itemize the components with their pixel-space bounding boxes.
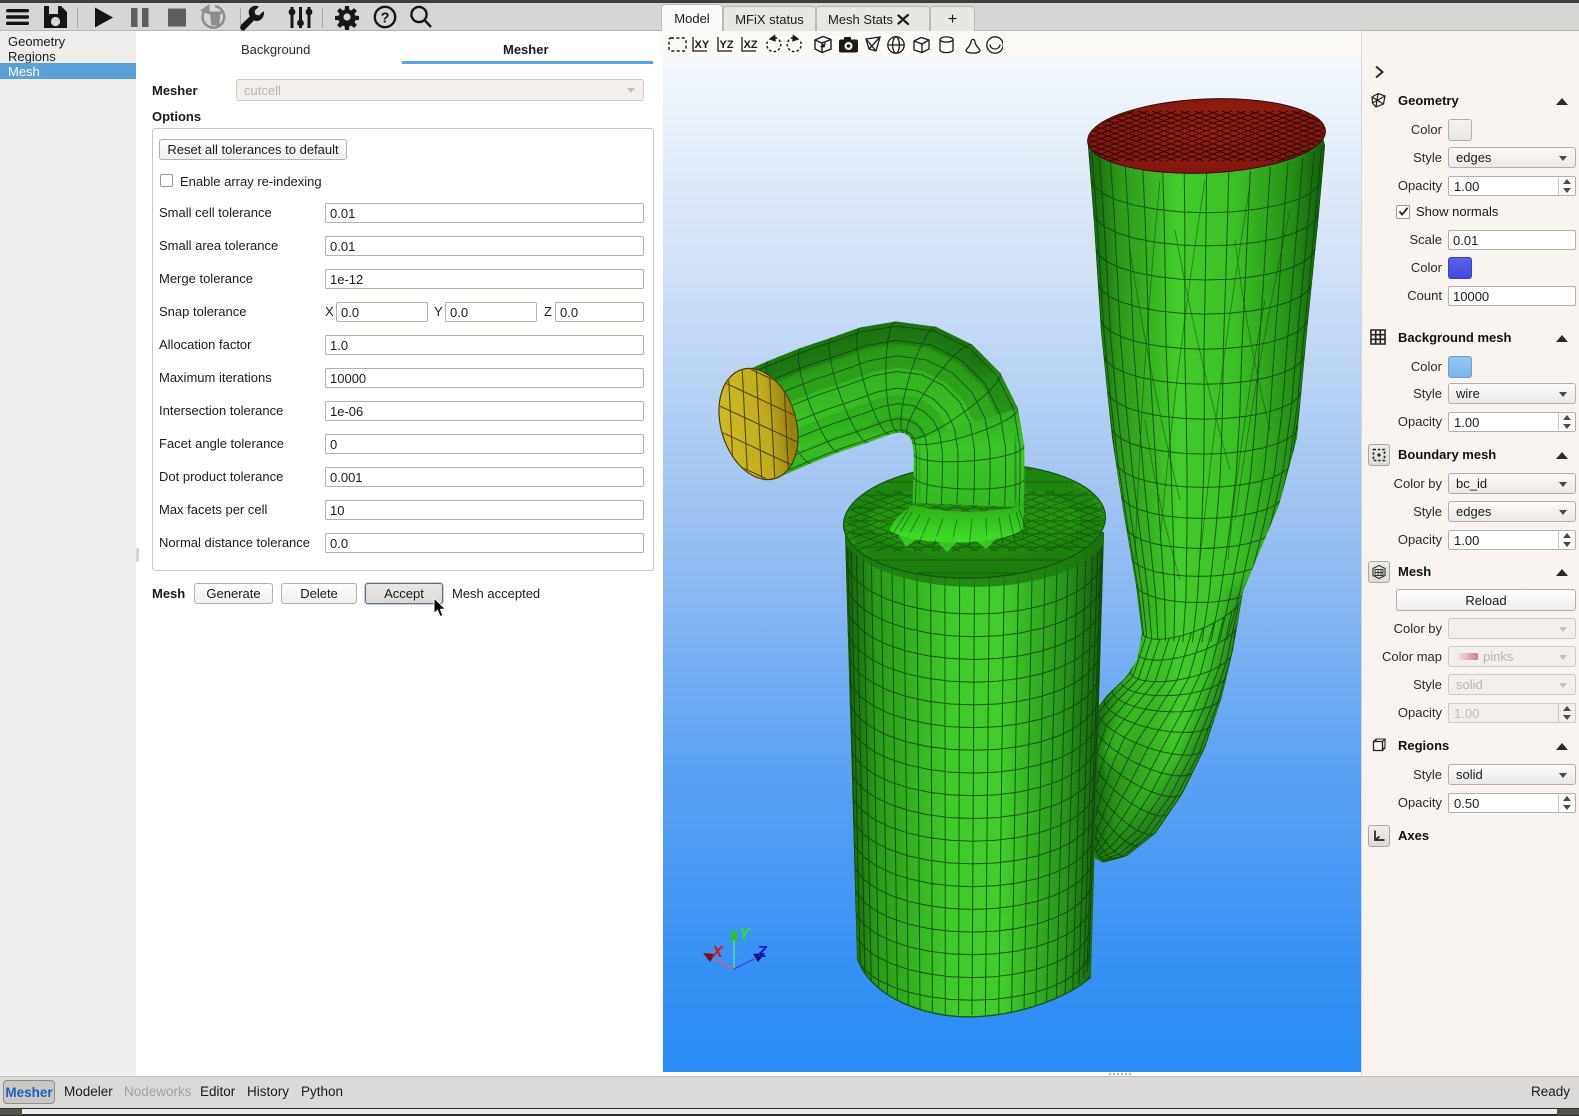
svg-text:?: ?	[381, 11, 390, 27]
svg-text:X: X	[711, 944, 724, 961]
svg-text:Y: Y	[739, 926, 751, 943]
svg-text:XY: XY	[695, 39, 710, 51]
svg-text:Z: Z	[756, 944, 768, 961]
svg-text:XZ: XZ	[744, 39, 758, 51]
svg-text:YZ: YZ	[720, 39, 734, 51]
